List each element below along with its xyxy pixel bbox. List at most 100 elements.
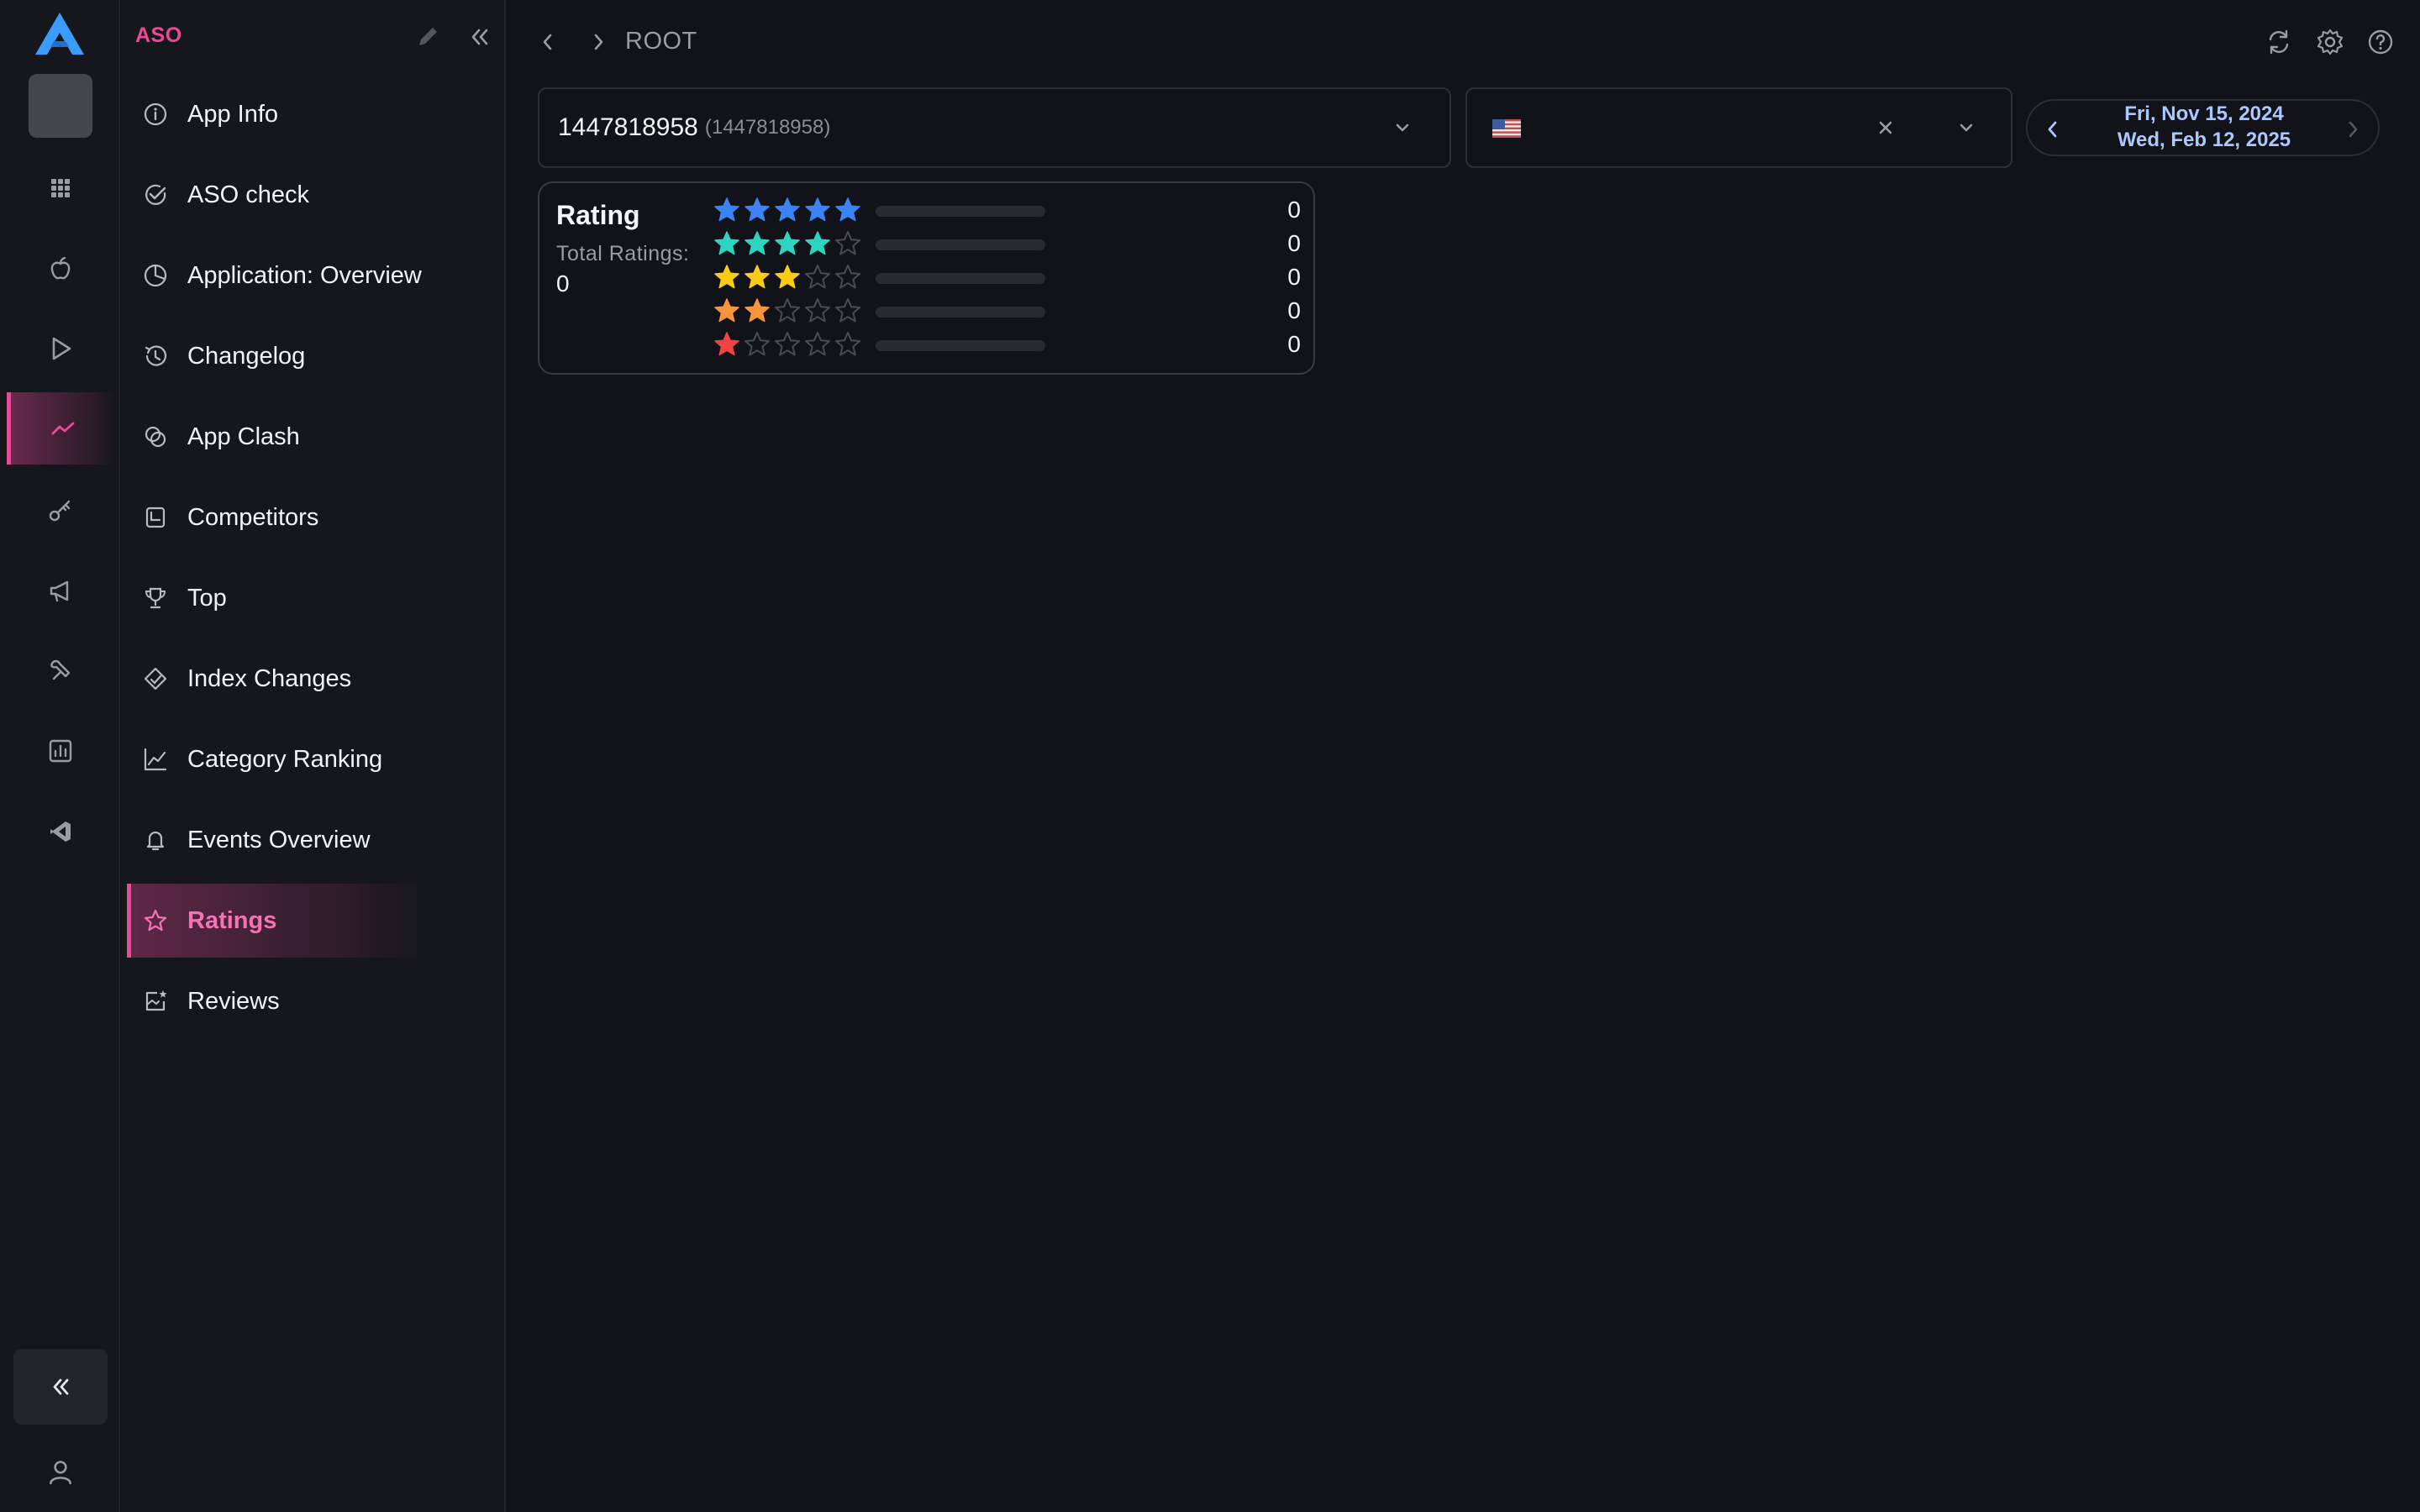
rating-row-2: 0 (713, 297, 1301, 327)
star-filled-icon (835, 197, 860, 222)
app-select-name: 1447818958 (558, 113, 698, 141)
app-logo-icon[interactable] (32, 10, 87, 57)
sidebar-item-app-info[interactable]: App Info (127, 77, 421, 151)
key-icon (49, 500, 71, 522)
rail-item-key[interactable] (7, 474, 114, 546)
reviews-icon (145, 990, 167, 1011)
sidebar-item-ratings[interactable]: Ratings (127, 884, 421, 958)
help-button[interactable] (2365, 27, 2396, 57)
breadcrumb[interactable]: ROOT (625, 28, 697, 55)
rating-row-3: 0 (713, 263, 1301, 293)
chevron-right-icon[interactable] (2339, 114, 2366, 144)
sidebar-item-label: Application: Overview (187, 261, 422, 289)
star-filled-icon (714, 265, 739, 289)
clear-icon[interactable] (1872, 114, 1899, 141)
double-chevron-left-icon (471, 29, 488, 45)
star-empty-icon (805, 265, 830, 289)
rating-row-5: 0 (713, 196, 1301, 226)
sidebar-item-label: Index Changes (187, 664, 352, 692)
bell-icon (146, 831, 165, 851)
star-filled-icon (744, 265, 770, 289)
star-filled-icon (775, 231, 800, 255)
app-select-id: (1447818958) (704, 116, 831, 139)
rating-bar (876, 239, 1045, 250)
sidebar-item-changelog[interactable]: Changelog (127, 319, 421, 393)
trophy-icon (145, 587, 166, 609)
sidebar-item-label: Events Overview (187, 826, 371, 853)
sidebar-item-label: Ratings (187, 906, 277, 934)
star-empty-icon (805, 332, 830, 356)
rating-card: Rating Total Ratings: 0 0 0 0 0 0 (538, 181, 1315, 375)
rail-item-grid[interactable] (7, 152, 114, 224)
sidebar-item-label: Changelog (187, 342, 306, 370)
sidebar-item-app-clash[interactable]: App Clash (127, 400, 421, 474)
settings-button[interactable] (2315, 27, 2345, 57)
star-rating (713, 229, 864, 258)
star-rating (713, 330, 864, 359)
tools-icon (50, 659, 71, 680)
chevron-right-icon (594, 34, 603, 50)
rail-item-trend[interactable] (7, 392, 114, 465)
sidebar-item-category-ranking[interactable]: Category Ranking (127, 722, 421, 796)
project-avatar[interactable] (29, 74, 92, 138)
country-select[interactable] (1465, 87, 2012, 168)
star-empty-icon (744, 332, 770, 356)
refresh-icon (2269, 29, 2289, 55)
chevron-left-icon (543, 34, 552, 50)
rail-item-apple[interactable] (7, 233, 114, 305)
check-circle-icon (145, 184, 166, 205)
info-circle-icon (144, 102, 167, 126)
total-ratings-value: 0 (556, 270, 570, 297)
sidebar-title: ASO (135, 24, 182, 47)
chevron-left-icon[interactable] (2039, 114, 2066, 144)
app-select[interactable]: 1447818958 (1447818958) (538, 87, 1451, 168)
star-empty-icon (835, 298, 860, 323)
rating-bar (876, 273, 1045, 284)
date-range-start: Fri, Nov 15, 2024 (2124, 102, 2284, 125)
sidebar-item-competitors[interactable]: Competitors (127, 480, 421, 554)
rail-item-tools[interactable] (7, 634, 114, 706)
sidebar-item-application-overview[interactable]: Application: Overview (127, 239, 422, 312)
pie-chart-icon (144, 264, 167, 287)
vscode-icon (50, 822, 71, 842)
total-ratings-label: Total Ratings: (556, 242, 690, 265)
forward-button[interactable] (585, 27, 612, 57)
rail-item-megaphone[interactable] (7, 554, 114, 627)
star-filled-icon (744, 298, 770, 323)
sidebar-item-label: Reviews (187, 987, 280, 1015)
rail-item-reports[interactable] (7, 715, 114, 787)
collapse-sidebar-button[interactable] (465, 22, 495, 52)
megaphone-icon (50, 580, 69, 602)
rail-item-vscode[interactable] (7, 795, 114, 868)
sidebar-item-label: Top (187, 584, 227, 612)
date-range-picker[interactable]: Fri, Nov 15, 2024 Wed, Feb 12, 2025 (2026, 99, 2380, 156)
sidebar-item-label: ASO check (187, 181, 310, 208)
rating-count: 0 (1287, 297, 1301, 323)
rail-collapse-button[interactable] (13, 1349, 108, 1425)
star-empty-icon (835, 231, 860, 255)
star-rating (713, 263, 864, 291)
star-empty-icon (835, 332, 860, 356)
star-empty-icon (805, 298, 830, 323)
rating-count: 0 (1287, 230, 1301, 256)
sidebar-item-top[interactable]: Top (127, 561, 421, 635)
sidebar-item-index-changes[interactable]: Index Changes (127, 642, 421, 716)
star-empty-icon (775, 332, 800, 356)
clash-circles-icon (145, 426, 166, 448)
edit-sidebar-button[interactable] (413, 22, 443, 52)
sidebar-item-reviews[interactable]: Reviews (127, 964, 421, 1038)
rating-bar (876, 307, 1045, 318)
refresh-button[interactable] (2264, 27, 2294, 57)
user-profile-button[interactable] (34, 1453, 87, 1490)
rating-title: Rating (556, 200, 640, 230)
star-filled-icon (744, 197, 770, 222)
sidebar-item-events-overview[interactable]: Events Overview (127, 803, 421, 877)
sidebar-item-aso-check[interactable]: ASO check (127, 158, 421, 232)
rating-bar (876, 340, 1045, 351)
sidebar-item-label: App Info (187, 100, 279, 128)
star-filled-icon (744, 231, 770, 255)
apple-icon (50, 256, 71, 280)
star-rating (713, 196, 864, 224)
back-button[interactable] (534, 27, 561, 57)
rail-item-google-play[interactable] (7, 312, 114, 385)
